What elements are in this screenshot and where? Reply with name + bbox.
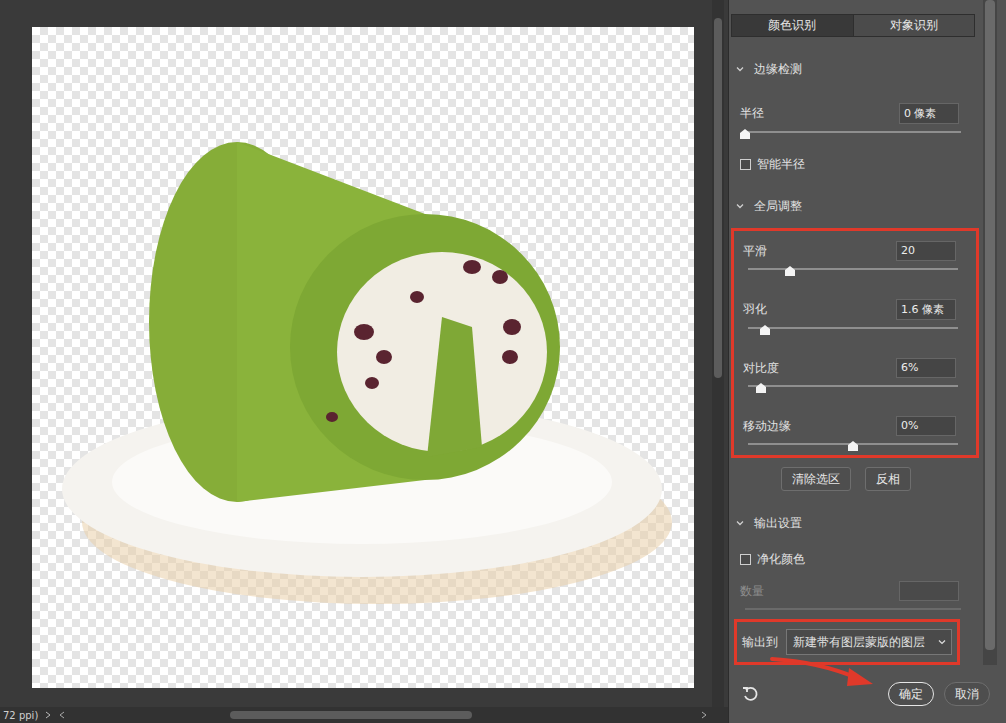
slider-label: 半径 bbox=[740, 105, 764, 122]
slider-thumb-icon[interactable] bbox=[760, 325, 770, 335]
slider-thumb-icon[interactable] bbox=[756, 383, 766, 393]
slider-track bbox=[748, 385, 958, 387]
action-button[interactable]: 反相 bbox=[865, 467, 911, 491]
slider-row: 羽化 1.6 像素 bbox=[734, 299, 976, 336]
slider[interactable] bbox=[748, 261, 958, 277]
horizontal-scrollbar[interactable] bbox=[58, 709, 708, 721]
value-field bbox=[899, 581, 959, 601]
section-header[interactable]: 全局调整 bbox=[731, 194, 979, 218]
dropdown-chevron-icon bbox=[937, 637, 947, 647]
slider[interactable] bbox=[745, 124, 961, 140]
slider-label: 平滑 bbox=[743, 243, 767, 260]
checkbox[interactable] bbox=[740, 159, 751, 170]
slider-label: 数量 bbox=[740, 583, 764, 600]
vertical-scrollbar[interactable] bbox=[712, 0, 724, 707]
slider bbox=[745, 601, 961, 617]
slider-row: 对比度 6% bbox=[734, 358, 976, 394]
slider-row: 半径 0 像素 bbox=[731, 103, 979, 140]
footer-button[interactable]: 取消 bbox=[944, 682, 990, 706]
panel-section: 输出设置净化颜色数量输出到新建带有图层蒙版的图层 bbox=[731, 511, 979, 665]
slider-label: 羽化 bbox=[743, 301, 767, 318]
section-header[interactable]: 边缘检测 bbox=[731, 57, 979, 81]
value-field[interactable]: 6% bbox=[896, 358, 956, 378]
slider-track bbox=[745, 608, 961, 610]
status-text: 72 ppi) bbox=[3, 710, 38, 721]
value-field[interactable]: 0% bbox=[896, 416, 956, 436]
chevron-down-icon bbox=[735, 64, 745, 74]
section-header[interactable]: 输出设置 bbox=[731, 511, 979, 535]
checkbox-label: 净化颜色 bbox=[757, 551, 805, 568]
chevron-down-icon bbox=[735, 201, 745, 211]
canvas[interactable] bbox=[32, 27, 694, 688]
cake-photo bbox=[32, 27, 694, 688]
scroll-right-icon[interactable] bbox=[700, 711, 708, 719]
panel-scrollbar[interactable] bbox=[983, 0, 997, 665]
panel-section: 全局调整平滑 20 羽化 1.6 像素对比度 6% 移动边缘 0% 清除选区反相 bbox=[731, 194, 979, 491]
reset-icon[interactable] bbox=[741, 685, 759, 703]
slider-track bbox=[745, 131, 961, 133]
panel-section: 边缘检测半径 0 像素智能半径 bbox=[731, 57, 979, 174]
output-select-row: 输出到新建带有图层蒙版的图层 bbox=[734, 619, 960, 665]
slider-thumb-icon[interactable] bbox=[785, 266, 795, 276]
highlight-box: 平滑 20 羽化 1.6 像素对比度 6% 移动边缘 0% bbox=[731, 228, 979, 458]
dialog-footer: 确定取消 bbox=[729, 665, 1006, 723]
checkbox-row[interactable]: 净化颜色 bbox=[731, 549, 979, 569]
properties-panel: 颜色识别对象识别边缘检测半径0 像素智能半径全局调整平滑20羽化1.6 像素对比… bbox=[728, 0, 1006, 723]
slider-label: 对比度 bbox=[743, 360, 779, 377]
slider-row: 移动边缘 0% bbox=[734, 416, 976, 452]
slider-label: 移动边缘 bbox=[743, 418, 791, 435]
checkbox-label: 智能半径 bbox=[757, 156, 805, 173]
select-label: 输出到 bbox=[742, 634, 778, 651]
value-field[interactable]: 20 bbox=[896, 241, 956, 261]
value-field[interactable]: 0 像素 bbox=[899, 103, 959, 124]
slider-thumb-icon[interactable] bbox=[740, 129, 750, 139]
checkbox[interactable] bbox=[740, 554, 751, 565]
slider-row: 平滑 20 bbox=[734, 241, 976, 277]
chevron-down-icon bbox=[735, 518, 745, 528]
select-and-mask-window: 72 ppi)颜色识别对象识别边缘检测半径0 像素智能半径全局调整平滑20羽化1… bbox=[0, 0, 1006, 723]
mode-tabs: 颜色识别对象识别 bbox=[731, 14, 975, 37]
footer-button[interactable]: 确定 bbox=[888, 682, 934, 706]
slider-row: 数量 bbox=[731, 581, 979, 617]
slider-track bbox=[748, 327, 958, 329]
output-select[interactable]: 新建带有图层蒙版的图层 bbox=[786, 629, 952, 655]
canvas-area: 72 ppi) bbox=[0, 0, 728, 723]
mode-tab[interactable]: 对象识别 bbox=[853, 15, 975, 36]
checkbox-row[interactable]: 智能半径 bbox=[731, 154, 979, 174]
slider[interactable] bbox=[748, 378, 958, 394]
status-bar: 72 ppi) bbox=[0, 707, 728, 723]
scroll-left-icon[interactable] bbox=[58, 711, 66, 719]
value-field[interactable]: 1.6 像素 bbox=[896, 299, 956, 320]
slider[interactable] bbox=[748, 320, 958, 336]
slider-thumb-icon[interactable] bbox=[848, 441, 858, 451]
slider-track bbox=[748, 268, 958, 270]
chevron-right-icon[interactable] bbox=[44, 711, 52, 719]
slider[interactable] bbox=[748, 436, 958, 452]
annotation-arrow-icon bbox=[769, 656, 879, 690]
action-button[interactable]: 清除选区 bbox=[781, 467, 851, 491]
mode-tab[interactable]: 颜色识别 bbox=[732, 15, 853, 36]
